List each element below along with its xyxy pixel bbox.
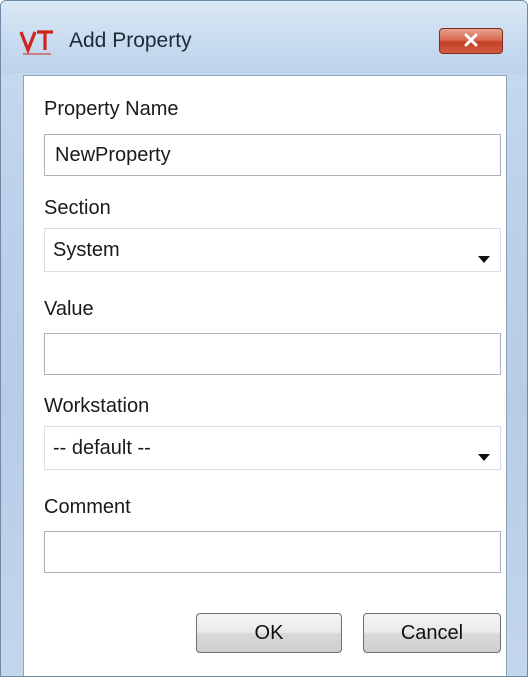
section-selected-value: System <box>53 239 120 261</box>
dropdown-arrow-icon <box>478 247 490 263</box>
cancel-button[interactable]: Cancel <box>363 613 501 653</box>
workstation-label: Workstation <box>44 395 150 417</box>
ok-button[interactable]: OK <box>196 613 342 653</box>
comment-label: Comment <box>44 496 131 518</box>
title-bar[interactable]: Add Property <box>1 1 527 73</box>
close-icon <box>463 32 479 51</box>
workstation-dropdown[interactable]: -- default -- <box>44 426 501 470</box>
dialog-content: Property Name Section System Value Works… <box>23 75 507 676</box>
dropdown-arrow-icon <box>478 445 490 461</box>
value-label: Value <box>44 298 94 320</box>
close-button[interactable] <box>439 28 503 54</box>
dialog-window: Add Property Property Name Section Syste… <box>0 0 528 677</box>
vt-logo-icon <box>19 28 59 58</box>
comment-input[interactable] <box>44 531 501 573</box>
section-dropdown[interactable]: System <box>44 228 501 272</box>
property-name-input[interactable] <box>44 134 501 176</box>
property-name-label: Property Name <box>44 98 179 120</box>
value-input[interactable] <box>44 333 501 375</box>
section-label: Section <box>44 197 111 219</box>
window-title: Add Property <box>69 29 192 52</box>
workstation-selected-value: -- default -- <box>53 437 151 459</box>
